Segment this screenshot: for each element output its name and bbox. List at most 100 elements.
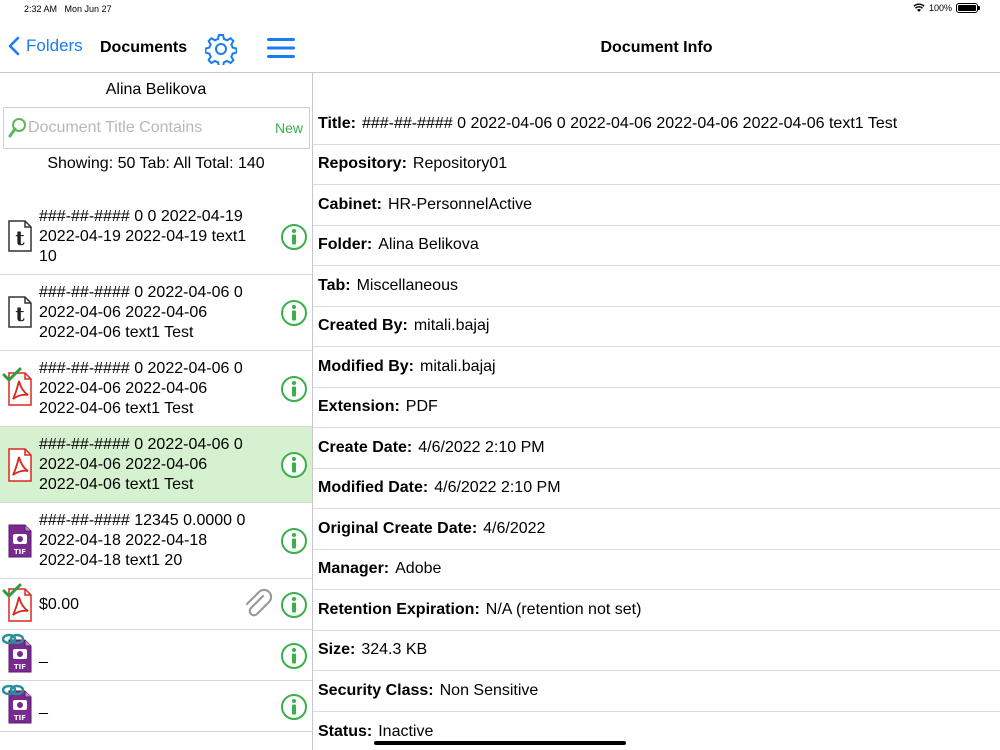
pdf-file-icon <box>6 447 34 488</box>
document-title-line: 2022-04-06 2022-04-06 <box>39 380 208 397</box>
info-button[interactable] <box>280 299 308 332</box>
info-field-label: Cabinet: <box>318 195 382 213</box>
link-icon <box>2 633 24 644</box>
info-field-label: Repository: <box>318 155 407 173</box>
document-title: ###-##-#### 0 2022-04-06 0 2022-04-06 202… <box>39 435 272 495</box>
info-icon <box>281 528 307 554</box>
chevron-left-icon <box>8 36 20 56</box>
document-list-item[interactable]: t ###-##-#### 0 2022-04-06 0 2022-04-06 20… <box>0 275 312 351</box>
documents-title: Documents <box>100 39 188 56</box>
paperclip-icon <box>245 588 273 616</box>
document-list-item[interactable]: t ###-##-#### 0 0 2022-04-19 2022-04-19 20… <box>0 199 312 275</box>
info-field-value: N/A (retention not set) <box>485 600 642 618</box>
status-time: 2:32 AM Mon Jun 27 <box>24 4 112 14</box>
info-field-row: Modified Date: 4/6/2022 2:10 PM <box>313 469 1000 509</box>
document-title-line: ###-##-#### 0 0 2022-04-19 <box>39 208 243 225</box>
info-field-value: Non Sensitive <box>439 681 539 699</box>
info-field-row: Cabinet: HR-PersonnelActive <box>313 185 1000 226</box>
document-info-title: Document Info <box>600 39 713 56</box>
info-field-value: 324.3 KB <box>361 641 428 659</box>
info-field-row: Manager: Adobe <box>313 550 1000 590</box>
info-field-label: Security Class: <box>318 681 434 699</box>
info-field-value: mitali.bajaj <box>413 317 490 335</box>
document-title-line: _ <box>39 646 48 664</box>
info-button[interactable] <box>280 451 308 484</box>
document-title-line: _ <box>39 697 48 715</box>
info-field-label: Create Date: <box>318 438 413 456</box>
svg-text:t: t <box>15 226 25 250</box>
document-list-item[interactable]: TIF _ <box>0 681 312 732</box>
tif-file-icon: TIF <box>2 633 34 679</box>
menu-button[interactable] <box>267 37 295 64</box>
info-field-label: Size: <box>318 641 356 659</box>
status-right: 100% <box>913 3 980 13</box>
folder-user-name: Alina Belikova <box>105 81 207 98</box>
info-button[interactable] <box>280 375 308 408</box>
wifi-icon <box>913 3 925 12</box>
info-field-row: Tab: Miscellaneous <box>313 266 1000 307</box>
document-title: _ <box>39 646 272 666</box>
document-list-item[interactable]: $0.00 <box>0 579 312 630</box>
info-field-value: mitali.bajaj <box>420 357 496 375</box>
svg-text:TIF: TIF <box>14 548 26 556</box>
pdf-file-icon <box>2 367 34 412</box>
info-button[interactable] <box>280 693 308 726</box>
documents-navbar: Folders Documents <box>0 22 312 72</box>
checkmark-icon <box>2 367 22 382</box>
info-button[interactable] <box>280 223 308 256</box>
info-icon <box>281 376 307 402</box>
info-field-value: HR-PersonnelActive <box>388 195 533 213</box>
document-list-item[interactable]: TIF ###-##-#### 12345 0.0000 0 2022-04-18 … <box>0 503 312 579</box>
info-button[interactable] <box>280 527 308 560</box>
document-title-line: 2022-04-06 2022-04-06 <box>39 304 208 321</box>
new-button[interactable]: New <box>275 120 303 136</box>
document-title-line: 2022-04-06 text1 Test <box>39 324 194 341</box>
document-list-item[interactable]: TIF _ <box>0 630 312 681</box>
document-list-item[interactable]: ###-##-#### 0 2022-04-06 0 2022-04-06 202… <box>0 351 312 427</box>
attachment-indicator <box>241 588 275 627</box>
document-title-line: ###-##-#### 12345 0.0000 0 <box>39 512 246 529</box>
battery-icon <box>956 3 980 13</box>
back-folders-button[interactable]: Folders <box>8 36 83 56</box>
info-field-row: Modified By: mitali.bajaj <box>313 347 1000 388</box>
link-icon <box>2 684 24 695</box>
info-field-row: Size: 324.3 KB <box>313 631 1000 671</box>
info-icon <box>281 300 307 326</box>
document-title: ###-##-#### 12345 0.0000 0 2022-04-18 202… <box>39 511 272 571</box>
svg-text:t: t <box>15 302 25 326</box>
gear-icon <box>204 34 238 68</box>
document-list-item[interactable]: ###-##-#### 0 2022-04-06 0 2022-04-06 202… <box>0 427 312 503</box>
home-indicator[interactable] <box>374 741 626 745</box>
svg-text:TIF: TIF <box>14 663 26 671</box>
info-field-row: Original Create Date: 4/6/2022 <box>313 509 1000 550</box>
document-title-search-input[interactable] <box>28 116 258 140</box>
info-field-value: Miscellaneous <box>356 276 458 294</box>
document-title-line: 2022-04-18 text1 20 <box>39 552 183 569</box>
document-title-line: 2022-04-06 2022-04-06 <box>39 456 208 473</box>
document-title-line: 10 <box>39 248 57 265</box>
info-field-row: Title: ###-##-#### 0 2022-04-06 0 2022-04… <box>313 104 1000 145</box>
info-field-label: Manager: <box>318 560 390 578</box>
tif-file-icon: TIF <box>6 523 34 564</box>
document-title: ###-##-#### 0 0 2022-04-19 2022-04-19 202… <box>39 207 272 267</box>
info-field-value: 4/6/2022 2:10 PM <box>418 438 545 456</box>
search-box: New <box>3 107 310 149</box>
info-icon <box>281 693 307 720</box>
settings-button[interactable] <box>204 33 238 70</box>
info-field-label: Retention Expiration: <box>318 600 480 618</box>
info-field-row: Created By: mitali.bajaj <box>313 307 1000 347</box>
info-field-value: 4/6/2022 2:10 PM <box>434 479 561 497</box>
info-button[interactable] <box>280 642 308 675</box>
document-title: $0.00 <box>39 595 272 615</box>
document-title: _ <box>39 697 272 717</box>
info-field-value: Alina Belikova <box>378 236 479 254</box>
info-field-label: Folder: <box>318 236 373 254</box>
info-field-value: PDF <box>405 398 438 416</box>
info-icon <box>281 224 307 250</box>
document-title: ###-##-#### 0 2022-04-06 0 2022-04-06 202… <box>39 283 272 343</box>
document-title-line: 2022-04-19 2022-04-19 text1 <box>39 228 247 245</box>
info-field-row: Folder: Alina Belikova <box>313 226 1000 266</box>
info-button[interactable] <box>280 591 308 624</box>
showing-count: Showing: 50 Tab: All Total: 140 <box>47 155 265 172</box>
document-info-pane: Title: ###-##-#### 0 2022-04-06 0 2022-04… <box>313 73 1000 750</box>
